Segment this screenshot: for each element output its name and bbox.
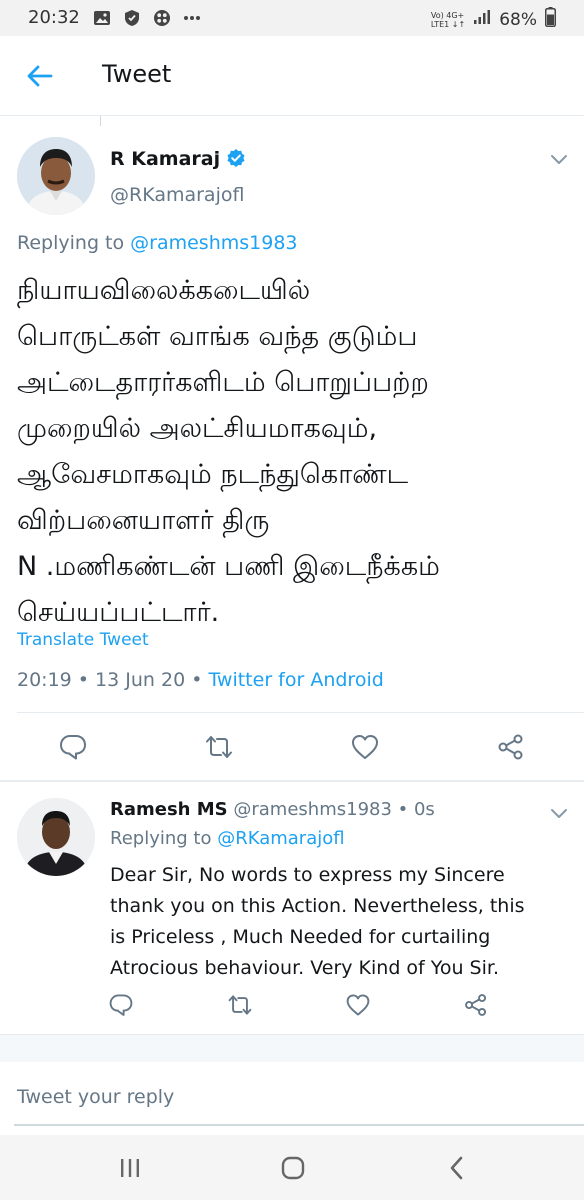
page-title: Tweet — [102, 60, 172, 88]
divider — [0, 1034, 584, 1062]
app-grid-icon — [152, 8, 172, 28]
reply-author-avatar[interactable] — [17, 798, 95, 876]
verified-badge-icon — [226, 148, 246, 168]
status-time: 20:32 — [28, 7, 80, 28]
divider — [17, 712, 584, 713]
replying-to: Replying to @rameshms1983 — [17, 232, 298, 254]
reply-author-line: Ramesh MS @rameshms1983 • 0s — [110, 799, 435, 820]
back-arrow-icon — [27, 65, 53, 87]
tweet-line: பொருட்கள் வாங்க வந்த குடும்ப — [17, 321, 418, 352]
signal-icon — [473, 9, 491, 30]
share-icon[interactable] — [496, 732, 526, 762]
tweet-timestamp: 20:19 • 13 Jun 20 • — [17, 669, 209, 691]
retweet-icon[interactable] — [204, 732, 234, 762]
nav-back-icon[interactable] — [442, 1153, 472, 1183]
recent-apps-icon[interactable] — [115, 1153, 145, 1183]
tweet-line: நியாயவிலைக்கடையில் — [17, 275, 311, 306]
replying-to-prefix: Replying to — [17, 232, 131, 254]
retweet-icon[interactable] — [227, 992, 253, 1018]
gallery-icon — [92, 8, 112, 28]
tweet-metadata: 20:19 • 13 Jun 20 • Twitter for Android — [17, 669, 384, 691]
translate-tweet-link[interactable]: Translate Tweet — [17, 630, 149, 650]
tweet-line: முறையில் அலட்சியமாகவும், — [17, 413, 378, 444]
author-avatar[interactable] — [17, 137, 95, 215]
battery-icon — [545, 7, 556, 32]
reply-tweet-actions — [0, 990, 584, 1024]
tweet-line: ஆவேசமாகவும் நடந்துகொண்ட — [17, 459, 409, 490]
reply-input-underline — [14, 1124, 584, 1126]
header-tick — [100, 116, 101, 126]
network-bottom-label: LTE1 ↓↑ — [430, 19, 466, 29]
reply-author-name[interactable]: Ramesh MS — [110, 799, 228, 820]
status-bar: 20:32 Vo) 4G+ LTE1 ↓↑ 68% — [0, 0, 584, 36]
like-heart-icon[interactable] — [345, 992, 371, 1018]
reply-line: is Priceless , Much Needed for curtailin… — [110, 926, 491, 948]
replying-to-mention[interactable]: @rameshms1983 — [130, 232, 297, 254]
main-tweet-actions — [0, 728, 584, 768]
reply-icon[interactable] — [58, 732, 88, 762]
home-icon[interactable] — [278, 1153, 308, 1183]
reply-replying-mention[interactable]: @RKamarajofl — [217, 828, 344, 849]
reply-replying-to: Replying to @RKamarajofl — [110, 828, 345, 849]
reply-replying-prefix: Replying to — [110, 828, 218, 849]
tweet-reply-input[interactable]: Tweet your reply — [17, 1086, 174, 1108]
tweet-line: N .மணிகண்டன் பணி இடைநீக்கம் — [17, 551, 440, 582]
network-indicator: Vo) 4G+ LTE1 ↓↑ — [431, 11, 465, 29]
back-button[interactable] — [22, 58, 58, 94]
share-icon[interactable] — [463, 992, 489, 1018]
more-dots-icon — [182, 8, 202, 28]
like-heart-icon[interactable] — [350, 732, 380, 762]
battery-percent: 68% — [499, 9, 537, 30]
tweet-source-link[interactable]: Twitter for Android — [208, 669, 383, 691]
reply-icon[interactable] — [108, 992, 134, 1018]
reply-options-chevron-icon[interactable] — [548, 802, 570, 824]
network-top-label: Vo) 4G+ — [430, 10, 465, 20]
tweet-line: அட்டைதாரர்களிடம் பொறுப்பற்ற — [17, 367, 429, 398]
reply-line: thank you on this Action. Nevertheless, … — [110, 895, 525, 917]
tweet-line: விற்பனையாளர் திரு — [17, 505, 270, 536]
author-handle[interactable]: @RKamarajofl — [110, 184, 244, 206]
reply-body: Dear Sir, No words to express my Sincere… — [110, 860, 570, 984]
author-name[interactable]: R Kamaraj — [110, 148, 220, 170]
divider — [0, 780, 584, 782]
tweet-body: நியாயவிலைக்கடையில் பொருட்கள் வாங்க வந்த … — [17, 268, 572, 636]
app-header: Tweet — [0, 36, 584, 116]
system-nav-bar — [0, 1135, 584, 1200]
shield-check-icon — [122, 8, 142, 28]
tweet-options-chevron-icon[interactable] — [548, 148, 570, 170]
status-right: Vo) 4G+ LTE1 ↓↑ 68% — [431, 7, 556, 32]
reply-author-handle-time[interactable]: @rameshms1983 • 0s — [228, 799, 434, 820]
reply-line: Atrocious behaviour. Very Kind of You Si… — [110, 957, 500, 979]
status-notification-icons — [92, 8, 202, 28]
reply-line: Dear Sir, No words to express my Sincere — [110, 864, 505, 886]
